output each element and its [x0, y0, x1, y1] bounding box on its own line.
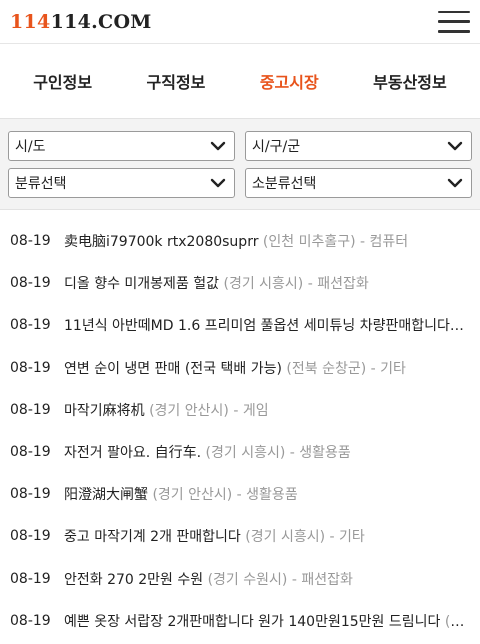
list-item[interactable]: 08-19 마작기麻将机 (경기 안산시) - 게임: [0, 389, 480, 431]
list-item[interactable]: 08-19 연변 순이 냉면 판매 (전국 택배 가능) (전북 순창군) - …: [0, 347, 480, 389]
listing-meta: (경기 수원시) - 패션잡화: [203, 571, 353, 588]
listing-date: 08-19: [10, 275, 51, 292]
listing-meta: (경기 안산시) - 생활용품: [148, 487, 298, 504]
list-item[interactable]: 08-19 卖电脑i79700k rtx2080suprr (인천 미추홀구) …: [0, 220, 480, 262]
listing-meta: (경기 시흥시) - 생활용품: [201, 445, 351, 462]
category-select-label: 분류선택: [15, 176, 67, 192]
category-nav: 구인정보 구직정보 중고시장 부동산정보: [0, 44, 480, 118]
chevron-down-icon: [447, 140, 463, 152]
filter-row-category: 분류선택 소분류선택: [8, 168, 472, 198]
listing-title: 卖电脑i79700k rtx2080suprr: [64, 234, 259, 251]
chevron-down-icon: [210, 177, 226, 189]
list-item[interactable]: 08-19 阳澄湖大闸蟹 (경기 안산시) - 생활용품: [0, 473, 480, 515]
listing-date: 08-19: [10, 570, 51, 587]
listing-date: 08-19: [10, 486, 51, 503]
listing-text: 안전화 270 2만원 수원 (경기 수원시) - 패션잡화: [64, 569, 468, 589]
menu-bar: [438, 10, 470, 13]
listing-text: 예쁜 옷장 서랍장 2개판매합니다 원가 140만원15만원 드림니다 (경기 …: [64, 611, 468, 631]
menu-bar: [438, 20, 470, 23]
listing-meta: (경기 안산시) - 게임: [144, 402, 269, 419]
listing-text: 阳澄湖大闸蟹 (경기 안산시) - 생활용품: [64, 484, 468, 504]
logo-accent-text: 114: [10, 10, 51, 33]
listing-title: 예쁜 옷장 서랍장 2개판매합니다 원가 140만원15만원 드림니다: [64, 613, 441, 630]
filter-row-region: 시/도 시/구/군: [8, 131, 472, 161]
listing-title: 연변 순이 냉면 판매 (전국 택배 가능): [64, 360, 282, 377]
listing-text: 중고 마작기계 2개 판매합니다 (경기 시흥시) - 기타: [64, 526, 468, 546]
listing-text: 자전거 팔아요. 自行车. (경기 시흥시) - 생활용품: [64, 442, 468, 462]
hamburger-menu-icon[interactable]: [438, 10, 470, 33]
listing-text: 마작기麻将机 (경기 안산시) - 게임: [64, 400, 468, 420]
listing-meta: (전북 순창군) - 기타: [281, 360, 406, 377]
region-select-label: 시/도: [15, 139, 46, 155]
category-select[interactable]: 분류선택: [8, 168, 235, 198]
nav-item-used-market[interactable]: 중고시장: [256, 63, 323, 99]
menu-bar: [438, 30, 470, 33]
listing-date: 08-19: [10, 401, 51, 418]
list-item[interactable]: 08-19 디올 향수 미개봉제품 헐값 (경기 시흥시) - 패션잡화: [0, 262, 480, 304]
listing-date: 08-19: [10, 233, 51, 250]
listing-title: 阳澄湖大闸蟹: [64, 487, 148, 504]
filter-panel: 시/도 시/구/군 분류선택 소분류선택: [0, 118, 480, 210]
listing-date: 08-19: [10, 528, 51, 545]
listing-text: 연변 순이 냉면 판매 (전국 택배 가능) (전북 순창군) - 기타: [64, 358, 468, 378]
list-item[interactable]: 08-19 자전거 팔아요. 自行车. (경기 시흥시) - 생활용품: [0, 431, 480, 473]
logo-rest-text: 114.COM: [50, 10, 152, 33]
listing-date: 08-19: [10, 444, 51, 461]
list-item[interactable]: 08-19 중고 마작기계 2개 판매합니다 (경기 시흥시) - 기타: [0, 515, 480, 557]
app-header: 114114.COM: [0, 0, 480, 44]
list-item[interactable]: 08-19 11년식 아반떼MD 1.6 프리미엄 풀옵션 세미튜닝 차량판매합…: [0, 304, 480, 346]
listing-date: 08-19: [10, 359, 51, 376]
list-item[interactable]: 08-19 안전화 270 2만원 수원 (경기 수원시) - 패션잡화: [0, 558, 480, 600]
region-select[interactable]: 시/도: [8, 131, 235, 161]
listing-date: 08-19: [10, 317, 51, 334]
listing-meta: (인천 미추홀구) - 컴퓨터: [258, 234, 409, 251]
district-select-label: 시/구/군: [252, 139, 301, 155]
nav-item-job-offers[interactable]: 구인정보: [29, 63, 96, 99]
listing-text: 디올 향수 미개봉제품 헐값 (경기 시흥시) - 패션잡화: [64, 273, 468, 293]
district-select[interactable]: 시/구/군: [245, 131, 472, 161]
site-logo[interactable]: 114114.COM: [10, 11, 152, 33]
listing-title: 자전거 팔아요. 自行车.: [64, 445, 202, 462]
listing-title: 안전화 270 2만원 수원: [64, 571, 204, 588]
listing-text: 卖电脑i79700k rtx2080suprr (인천 미추홀구) - 컴퓨터: [64, 231, 468, 251]
listing-list: 08-19 卖电脑i79700k rtx2080suprr (인천 미추홀구) …: [0, 210, 480, 642]
listing-date: 08-19: [10, 612, 51, 629]
chevron-down-icon: [210, 140, 226, 152]
listing-text: 11년식 아반떼MD 1.6 프리미엄 풀옵션 세미튜닝 차량판매합니다 (경기…: [64, 315, 468, 335]
nav-item-real-estate[interactable]: 부동산정보: [369, 63, 451, 99]
list-item[interactable]: 08-19 예쁜 옷장 서랍장 2개판매합니다 원가 140만원15만원 드림니…: [0, 600, 480, 642]
listing-meta: (경기 시흥시) - 가구: [444, 613, 468, 630]
subcategory-select[interactable]: 소분류선택: [245, 168, 472, 198]
listing-title: 11년식 아반떼MD 1.6 프리미엄 풀옵션 세미튜닝 차량판매합니다: [64, 318, 450, 335]
listing-meta: (경기 시흥시) - 패션잡화: [219, 276, 369, 293]
listing-meta: (경기 시흥시) - 기타: [240, 529, 365, 546]
listing-title: 디올 향수 미개봉제품 헐값: [64, 276, 220, 293]
subcategory-select-label: 소분류선택: [252, 176, 317, 192]
chevron-down-icon: [447, 177, 463, 189]
listing-title: 마작기麻将机: [64, 402, 145, 419]
nav-item-job-seekers[interactable]: 구직정보: [143, 63, 210, 99]
listing-title: 중고 마작기계 2개 판매합니다: [64, 529, 241, 546]
